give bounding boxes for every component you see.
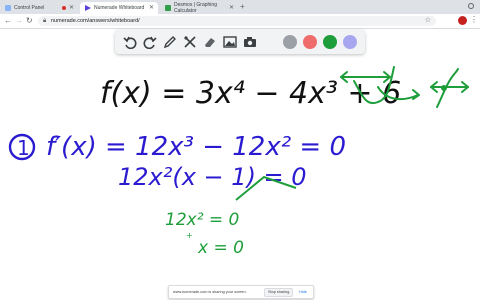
step-number: 1 xyxy=(17,136,30,160)
close-tab-icon[interactable]: ✕ xyxy=(229,5,234,11)
redo-icon[interactable] xyxy=(143,35,157,49)
derivative-equation: f′(x) = 12x³ − 12x² = 0 xyxy=(46,132,346,162)
color-swatch-red[interactable] xyxy=(303,35,317,49)
case-solution-1: x = 0 xyxy=(197,238,244,258)
eraser-icon[interactable] xyxy=(203,35,217,49)
camera-icon[interactable] xyxy=(243,35,257,49)
whiteboard-canvas[interactable]: f(x) = 3x⁴ − 4x³ + 6 1 f′(x) = 12x³ − 12… xyxy=(0,55,480,300)
case-equation-1: 12x² = 0 xyxy=(165,210,239,230)
color-swatch-lavender[interactable] xyxy=(343,35,357,49)
profile-avatar[interactable] xyxy=(458,16,467,25)
undo-icon[interactable] xyxy=(123,35,137,49)
image-icon[interactable] xyxy=(223,35,237,49)
screen-sharing-bar: www.numerade.com is sharing your screen.… xyxy=(168,285,314,299)
tab-strip: Control Panel ✕ Numerade Whiteboard ✕ De… xyxy=(0,0,480,14)
close-tab-icon[interactable]: ✕ xyxy=(69,5,74,11)
tools-icon[interactable] xyxy=(183,35,197,49)
new-tab-icon[interactable]: + xyxy=(240,2,245,12)
whiteboard-toolbar xyxy=(115,30,365,54)
tab-control-panel[interactable]: Control Panel ✕ xyxy=(0,2,78,14)
tab-desmos[interactable]: Desmos | Graphing Calculator ✕ xyxy=(160,2,238,14)
pen-icon[interactable] xyxy=(163,35,177,49)
back-icon[interactable]: ← xyxy=(4,16,12,26)
address-bar[interactable]: 🔒︎ numerade.com/answers/whiteboard/ ☆ xyxy=(38,16,436,26)
close-tab-icon[interactable]: ✕ xyxy=(149,5,154,11)
sharing-message: www.numerade.com is sharing your screen. xyxy=(173,290,247,294)
forward-icon[interactable]: → xyxy=(15,16,23,26)
recording-dot-icon xyxy=(62,6,66,10)
reload-icon[interactable]: ↻ xyxy=(26,16,33,26)
function-definition: f(x) = 3x⁴ − 4x³ + 6 xyxy=(100,76,401,111)
numerade-favicon-icon xyxy=(85,5,91,11)
color-swatch-green[interactable] xyxy=(323,35,337,49)
browser-menu-icon[interactable]: ⋮ xyxy=(470,15,478,25)
factored-equation: 12x²(x − 1) = 0 xyxy=(118,163,307,191)
stop-sharing-button[interactable]: Stop sharing xyxy=(264,288,294,297)
address-url[interactable]: numerade.com/answers/whiteboard/ xyxy=(51,18,140,24)
tab-title: Numerade Whiteboard xyxy=(94,5,145,11)
tab-numerade-whiteboard[interactable]: Numerade Whiteboard ✕ xyxy=(80,2,158,14)
desmos-favicon-icon xyxy=(165,5,171,11)
browser-toolbar: ← → ↻ 🔒︎ numerade.com/answers/whiteboard… xyxy=(0,14,480,29)
color-swatch-gray[interactable] xyxy=(283,35,297,49)
bookmark-star-icon[interactable]: ☆ xyxy=(425,16,431,26)
hide-button[interactable]: Hide xyxy=(299,290,307,294)
lock-icon: 🔒︎ xyxy=(43,18,47,24)
control-panel-favicon-icon xyxy=(5,5,11,11)
tab-title: Control Panel xyxy=(14,5,45,11)
cursor-crosshair-icon: + xyxy=(186,231,193,240)
window-control-icon[interactable] xyxy=(468,3,474,9)
